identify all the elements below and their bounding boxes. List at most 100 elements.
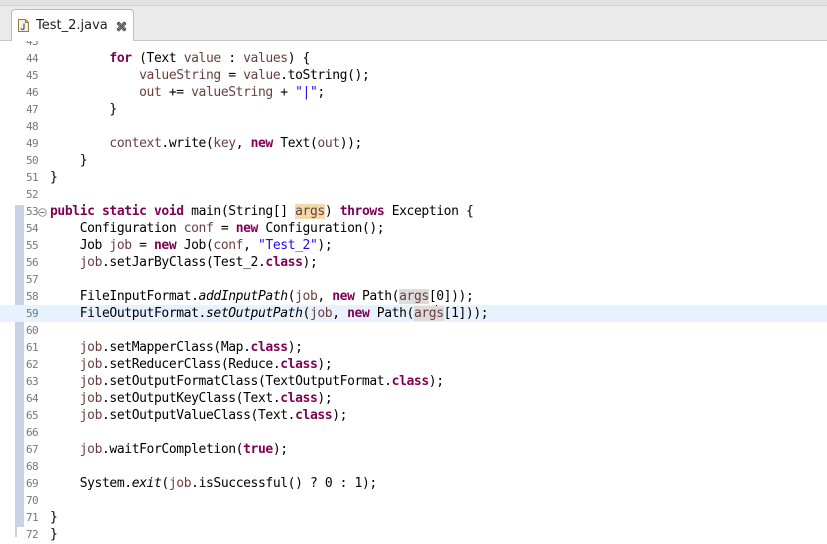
code-token: ));	[339, 136, 363, 151]
code-line[interactable]: 45 valueString = value.toString();	[0, 67, 827, 84]
code-line[interactable]: 70	[0, 492, 827, 509]
close-icon[interactable]	[116, 21, 127, 32]
code-line[interactable]: 59 FileOutputFormat.setOutputPath(job, n…	[0, 305, 827, 322]
code-token: context	[109, 136, 162, 151]
code-token: Text(	[272, 136, 318, 151]
code-token: class	[265, 255, 303, 270]
code-token: job	[109, 238, 132, 253]
code-text[interactable]: context.write(key, new Text(out));	[50, 135, 362, 152]
code-editor[interactable]: 43 44 for (Text value : values) {45 value…	[0, 41, 827, 544]
code-token: Configuration();	[257, 221, 385, 236]
code-text[interactable]: job.setMapperClass(Map.class);	[50, 339, 303, 356]
code-line[interactable]: 56 job.setJarByClass(Test_2.class);	[0, 254, 827, 271]
code-line[interactable]: 52	[0, 186, 827, 203]
code-text[interactable]: job.setOutputValueClass(Text.class);	[50, 407, 348, 424]
code-token: .isSuccessful() ? 0 : 1);	[191, 476, 377, 491]
code-line[interactable]: 67 job.waitForCompletion(true);	[0, 441, 827, 458]
code-line[interactable]: 43	[0, 41, 827, 50]
code-line[interactable]: 71}	[0, 509, 827, 526]
code-text[interactable]: System.exit(job.isSuccessful() ? 0 : 1);	[50, 475, 378, 492]
code-text[interactable]: public static void main(String[] args) t…	[50, 203, 474, 220]
code-text[interactable]: out += valueString + "|";	[50, 84, 325, 101]
code-token: Job(	[176, 238, 214, 253]
code-token: conf	[213, 238, 244, 253]
code-text[interactable]: job.setOutputKeyClass(Text.class);	[50, 390, 333, 407]
code-line[interactable]: 53 public static void main(String[] args)…	[0, 203, 827, 220]
code-line[interactable]: 48	[0, 118, 827, 135]
code-token: value	[243, 68, 281, 83]
code-text[interactable]: }	[50, 152, 88, 169]
code-token: class	[295, 408, 333, 423]
code-line[interactable]: 55 Job job = new Job(conf, "Test_2");	[0, 237, 827, 254]
code-line[interactable]: 66	[0, 424, 827, 441]
code-line[interactable]: 49 context.write(key, new Text(out));	[0, 135, 827, 152]
code-token: args	[295, 204, 325, 219]
code-token: "Test_2"	[257, 238, 318, 253]
line-number: 70	[25, 494, 39, 507]
code-line[interactable]: 50 }	[0, 152, 827, 169]
code-token: new	[153, 238, 177, 253]
code-line[interactable]: 58 FileInputFormat.addInputPath(job, new…	[0, 288, 827, 305]
code-token: static	[102, 204, 147, 219]
code-line[interactable]: 63 job.setOutputFormatClass(TextOutputFo…	[0, 373, 827, 390]
code-token: "|"	[295, 85, 318, 100]
code-text[interactable]: job.setJarByClass(Test_2.class);	[50, 254, 318, 271]
code-line[interactable]: 60	[0, 322, 827, 339]
code-line[interactable]: 46 out += valueString + "|";	[0, 84, 827, 101]
code-token: ,	[243, 238, 258, 253]
line-number: 60	[25, 324, 39, 337]
line-number: 66	[25, 426, 39, 439]
line-number: 63	[25, 375, 39, 388]
code-token: conf	[183, 221, 214, 236]
line-number: 62	[25, 358, 39, 371]
code-text[interactable]: job.setReducerClass(Reduce.class);	[50, 356, 333, 373]
code-token: );	[302, 255, 318, 270]
code-token: );	[272, 442, 288, 457]
code-token: job	[79, 408, 103, 423]
code-text[interactable]: }	[50, 169, 58, 186]
code-token: new	[332, 289, 355, 304]
code-token: job	[168, 476, 192, 491]
code-text[interactable]: Configuration conf = new Configuration()…	[50, 220, 385, 237]
code-line[interactable]: 69 System.exit(job.isSuccessful() ? 0 : …	[0, 475, 827, 492]
code-line[interactable]: 62 job.setReducerClass(Reduce.class);	[0, 356, 827, 373]
line-number: 45	[25, 69, 39, 82]
code-token: out	[317, 136, 340, 151]
code-line[interactable]: 47 }	[0, 101, 827, 118]
code-line[interactable]: 51}	[0, 169, 827, 186]
code-token: );	[287, 340, 303, 355]
code-line[interactable]: 72}	[0, 526, 827, 543]
tab-test-2-java[interactable]: Test_2.java	[11, 9, 134, 42]
code-text[interactable]: }	[50, 509, 58, 526]
code-line[interactable]: 57	[0, 271, 827, 288]
code-line[interactable]: 65 job.setOutputValueClass(Text.class);	[0, 407, 827, 424]
code-text[interactable]: }	[50, 101, 117, 118]
code-text[interactable]: for (Text value : values) {	[50, 50, 310, 67]
code-line[interactable]: 61 job.setMapperClass(Map.class);	[0, 339, 827, 356]
code-text[interactable]: }	[50, 526, 58, 543]
code-text[interactable]: FileOutputFormat.setOutputPath(job, new …	[50, 305, 489, 322]
code-token: value	[183, 51, 222, 66]
code-token: job	[79, 374, 103, 389]
code-text[interactable]: valueString = value.toString();	[50, 67, 370, 84]
code-text[interactable]: FileInputFormat.addInputPath(job, new Pa…	[50, 288, 474, 305]
line-number: 51	[25, 171, 39, 184]
line-number: 44	[25, 52, 39, 65]
code-line[interactable]: 54 Configuration conf = new Configuratio…	[0, 220, 827, 237]
line-number: 54	[25, 222, 39, 235]
code-text[interactable]: Job job = new Job(conf, "Test_2");	[50, 237, 333, 254]
line-number: 58	[25, 290, 39, 303]
code-line[interactable]: 44 for (Text value : values) {	[0, 50, 827, 67]
code-text[interactable]: job.setOutputFormatClass(TextOutputForma…	[50, 373, 444, 390]
code-line[interactable]: 68	[0, 458, 827, 475]
code-token: (Text	[131, 51, 184, 66]
code-token: job	[79, 340, 103, 355]
code-line[interactable]: 64 job.setOutputKeyClass(Text.class);	[0, 390, 827, 407]
code-text[interactable]: job.waitForCompletion(true);	[50, 441, 288, 458]
